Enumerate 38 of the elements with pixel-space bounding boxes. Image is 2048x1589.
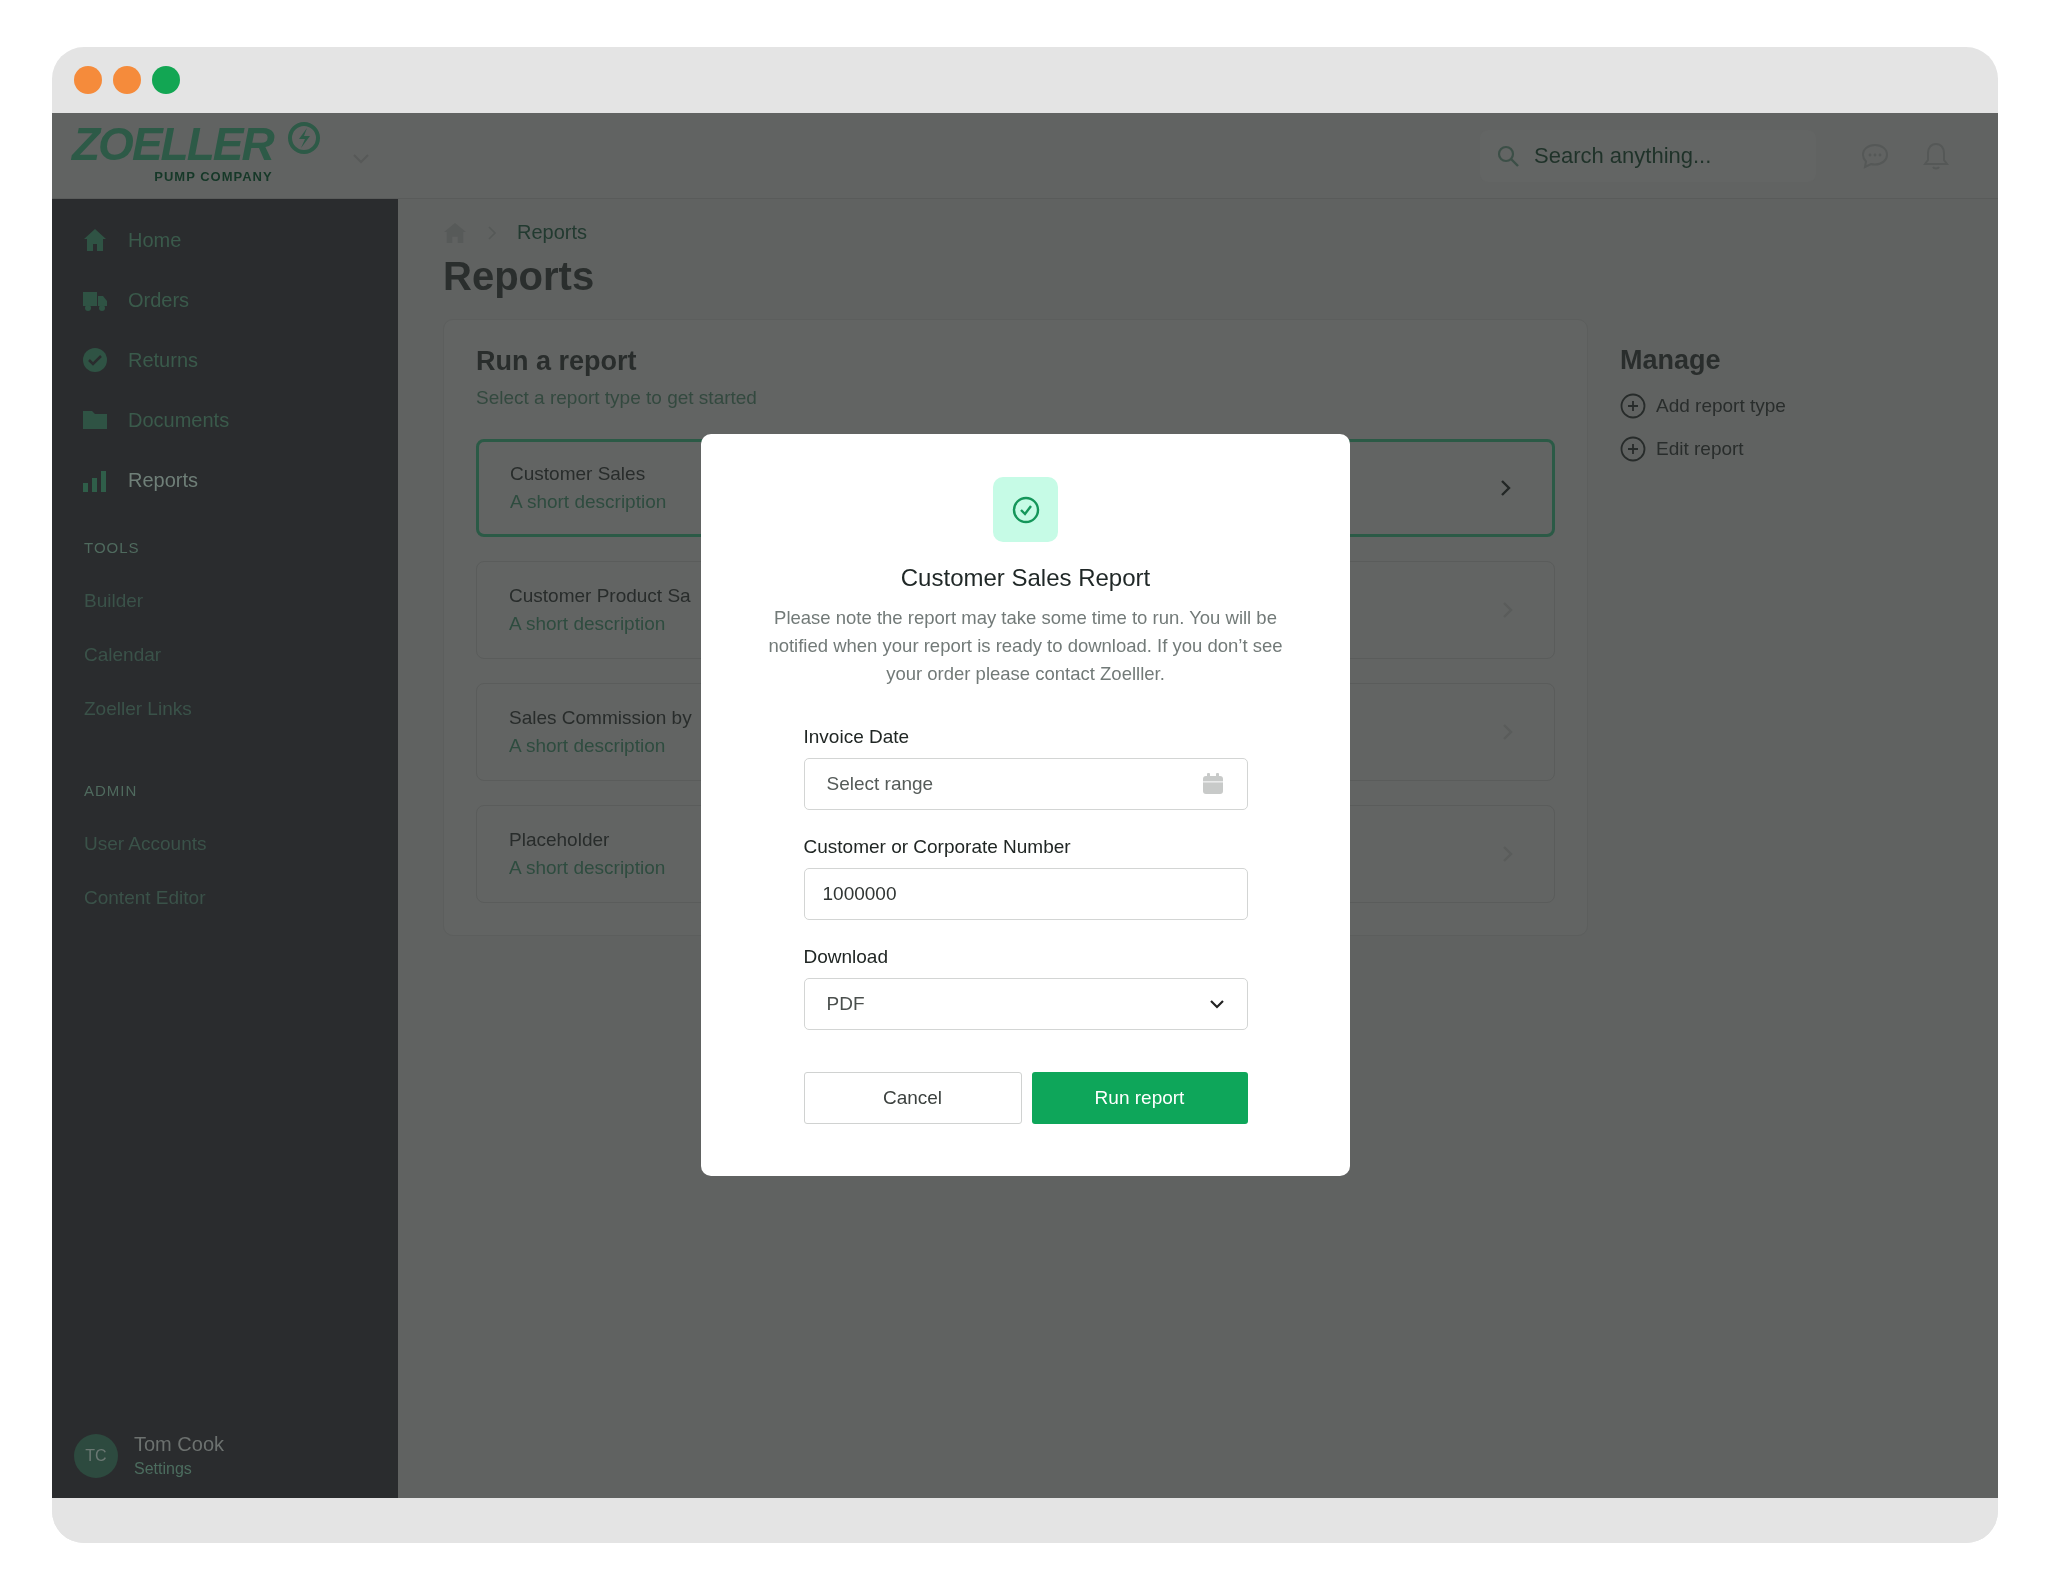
report-title: Customer Sales xyxy=(510,463,647,485)
run-report-button[interactable]: Run report xyxy=(1031,1072,1248,1124)
avatar[interactable]: TC xyxy=(74,1433,118,1478)
badge-check-icon xyxy=(82,347,108,373)
card-title: Run a report xyxy=(476,346,638,377)
breadcrumb-link[interactable]: Reports xyxy=(517,221,588,244)
settings-link[interactable]: Settings xyxy=(134,1460,225,1478)
report-title: Placeholder xyxy=(509,829,611,851)
field-label: Customer or Corporate Number xyxy=(803,836,1072,858)
cancel-button[interactable]: Cancel xyxy=(803,1072,1022,1124)
dialog-title: Customer Sales Report xyxy=(900,564,1151,592)
bolt-circle-icon xyxy=(286,121,321,155)
manage-link[interactable]: Add report type xyxy=(1620,384,1786,427)
section-title: Manage xyxy=(1620,345,1722,376)
plus-circle-icon xyxy=(1620,435,1646,462)
search-icon xyxy=(1496,143,1520,168)
dialog-message: Please note the report may take some time to run. You will be notified when your report is ready to download. If you don’t see your order please contact Zoelller. xyxy=(767,606,1284,686)
logo-tagline: PUMP COMPANY xyxy=(154,169,273,184)
number-input-field[interactable]: 1000000 xyxy=(803,868,1248,920)
house-icon xyxy=(82,227,108,253)
chevron-down-icon xyxy=(1208,999,1225,1009)
window-control[interactable] xyxy=(74,66,102,94)
report-title: Customer Product Sa xyxy=(509,585,691,607)
field-label: Download xyxy=(803,946,889,968)
window-control[interactable] xyxy=(152,66,180,94)
window-control[interactable] xyxy=(113,66,141,94)
manage-link[interactable]: Edit report xyxy=(1620,427,1786,470)
user-name: Tom Cook xyxy=(134,1433,225,1456)
calendar-icon xyxy=(1200,772,1225,796)
chevron-right-icon xyxy=(1500,479,1512,497)
date-range-field[interactable]: Select range xyxy=(803,758,1248,810)
section-heading: ADMIN xyxy=(84,782,139,799)
report-title: Sales Commission by xyxy=(509,707,692,729)
plus-circle-icon xyxy=(1620,392,1646,419)
field-label: Invoice Date xyxy=(803,726,911,748)
format-select[interactable]: PDF xyxy=(803,978,1248,1030)
nav-item[interactable]: Reports xyxy=(82,457,398,503)
section-heading: TOOLS xyxy=(84,539,141,556)
